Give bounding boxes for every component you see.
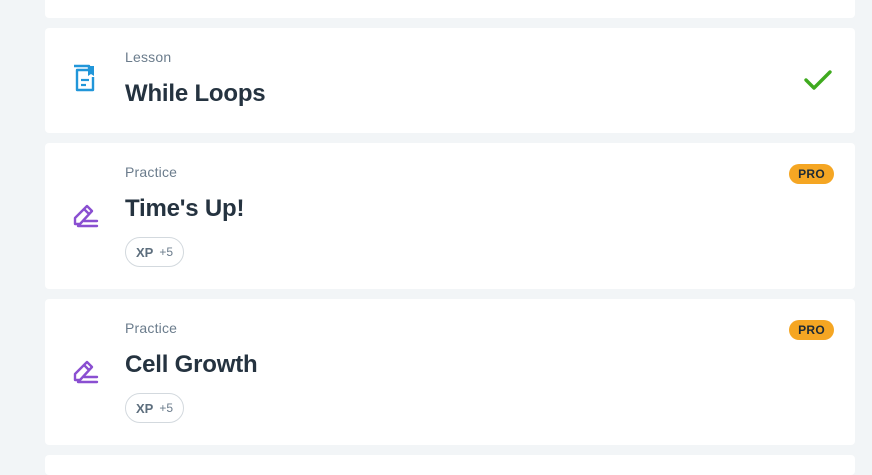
xp-value: +5 (159, 401, 174, 415)
xp-badge: XP +5 (125, 393, 185, 423)
xp-label: XP (136, 244, 154, 260)
practice-card-cell-growth[interactable]: Practice Cell Growth XP +5 PRO (45, 299, 855, 445)
pro-badge: PRO (789, 320, 834, 340)
pencil-icon (69, 355, 99, 385)
checkmark-icon (803, 65, 833, 95)
lesson-card-while-loops[interactable]: Lesson While Loops (45, 28, 855, 133)
item-type-label: Practice (125, 164, 178, 180)
item-type-label: Practice (125, 320, 178, 336)
item-title: While Loops (125, 80, 266, 107)
xp-badge: XP +5 (125, 237, 185, 267)
pro-badge: PRO (789, 164, 834, 184)
pencil-icon (69, 199, 99, 229)
xp-label: XP (136, 400, 154, 416)
item-title: Cell Growth (125, 351, 258, 378)
next-card[interactable] (45, 455, 855, 475)
practice-card-times-up[interactable]: Practice Time's Up! XP +5 PRO (45, 143, 855, 289)
item-title: Time's Up! (125, 195, 245, 222)
xp-value: +5 (159, 245, 174, 259)
item-type-label: Lesson (125, 49, 172, 65)
previous-card[interactable] (45, 0, 855, 18)
document-icon (69, 64, 99, 94)
